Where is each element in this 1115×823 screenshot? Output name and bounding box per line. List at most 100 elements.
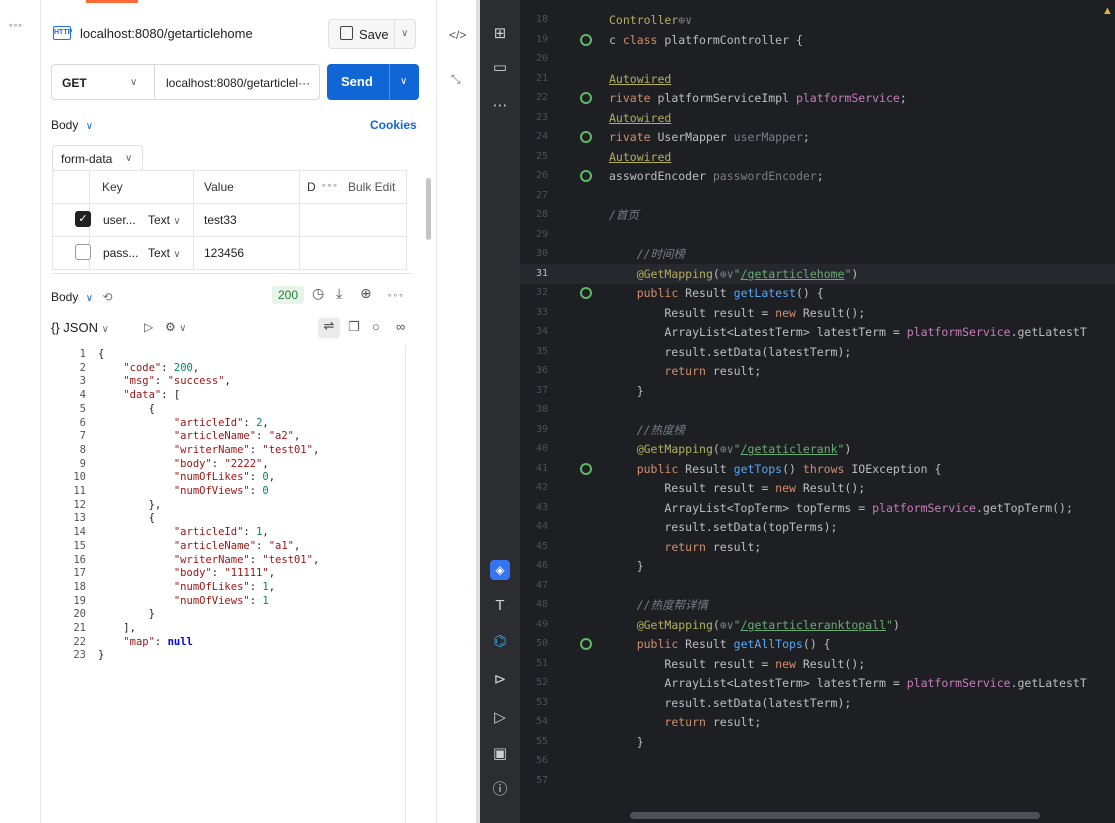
bean-gutter-icon[interactable] [580, 92, 592, 104]
key-header: Key [102, 180, 123, 194]
bean-gutter-icon[interactable] [580, 462, 592, 475]
ide-pane: ⊞ ▭ ⋯ ◈ T ⌬ ⊳ ▷ ▣ ⓘ 18 Controller⊕∨ 19 c cl… [480, 0, 1115, 823]
method-select[interactable]: GET [62, 76, 87, 90]
code-line: 24 rivate UserMapper userMapper; [536, 130, 810, 144]
json-line: 6 "articleId": 2, [79, 416, 269, 429]
code-line: 49 @GetMapping(⊕∨"/getarticleranktopall"… [536, 617, 900, 632]
cookies-link[interactable]: Cookies [370, 118, 417, 132]
search-icon[interactable]: ○ [372, 319, 380, 334]
body-mode-select[interactable]: form-data ∨ [52, 145, 143, 171]
status-badge[interactable]: 200 [272, 286, 305, 304]
bulk-edit-link[interactable]: Bulk Edit [348, 180, 395, 194]
bean-gutter-icon[interactable] [580, 170, 592, 182]
code-line: 43 ArrayList<TopTerm> topTerms = platfor… [536, 500, 1073, 515]
more-icon[interactable]: ∘∘∘ [387, 290, 404, 301]
chevron-down-icon[interactable]: ∨ [130, 77, 137, 88]
code-line: 21 Autowired [536, 71, 672, 86]
code-line: 34 ArrayList<LatestTerm> latestTerm = pl… [536, 325, 1087, 339]
response-body-tab[interactable]: Body ∨ ⟲ [51, 290, 112, 304]
json-line: 9 "body": "2222", [79, 457, 269, 470]
url-input[interactable]: localhost:8080/getarticlel··· [166, 76, 310, 90]
send-button[interactable]: Send ∨ [327, 64, 419, 100]
services-icon[interactable]: ⊳ [490, 670, 510, 690]
expand-icon[interactable]: ⤡ [451, 72, 461, 87]
row-type[interactable]: Text ∨ [148, 246, 181, 260]
json-line: 15 "articleName": "a1", [73, 539, 301, 552]
code-line: 37 } [536, 383, 644, 398]
code-line: 40 @GetMapping(⊕∨"/getaticlerank") [536, 442, 852, 456]
row-key[interactable]: pass... [103, 246, 138, 260]
code-icon[interactable]: </> [449, 28, 466, 42]
code-line: 54 return result; [536, 715, 762, 729]
value-header: Value [204, 180, 234, 194]
code-line: 33 Result result = new Result(); [536, 305, 866, 320]
code-line: 20 [536, 53, 549, 64]
code-line: 57 [536, 774, 549, 786]
download-icon[interactable]: ⤓ [336, 285, 342, 302]
more-icon[interactable]: ⋯ [490, 96, 510, 116]
body-tab[interactable]: Body ∨ [51, 118, 93, 132]
http-icon: HTTP [53, 26, 72, 40]
filter-icon[interactable]: ⚙ ∨ [165, 320, 186, 334]
code-line: 31 @GetMapping(⊕∨"/getarticlehome") [520, 263, 1115, 284]
link-icon[interactable]: ∞ [396, 319, 405, 334]
run-icon[interactable]: ▷ [490, 708, 510, 728]
json-line: 3 "msg": "success", [79, 375, 231, 388]
row-checkbox[interactable] [75, 244, 91, 260]
code-line: 42 Result result = new Result(); [536, 481, 866, 495]
globe-icon[interactable]: ⊕ [360, 285, 372, 302]
structure-icon[interactable]: ⊞ [490, 24, 510, 44]
code-line: 45 return result; [536, 539, 762, 554]
copy-icon[interactable]: ❐ [348, 319, 360, 335]
row-key[interactable]: user... [103, 213, 136, 227]
bean-gutter-icon[interactable] [580, 287, 592, 299]
code-line: 55 } [536, 734, 644, 749]
plugin-icon[interactable]: ◈ [490, 560, 510, 580]
row-type[interactable]: Text ∨ [148, 213, 181, 227]
json-line: 18 "numOfLikes": 1, [73, 580, 276, 593]
clock-icon[interactable]: ◷ [312, 285, 324, 302]
code-icon[interactable]: ⌬ [490, 632, 510, 652]
json-line: 20 } [73, 608, 155, 621]
text-icon[interactable]: T [490, 596, 510, 616]
terminal-icon[interactable]: ▣ [490, 744, 510, 764]
json-line: 12 }, [73, 498, 162, 511]
horizontal-scrollbar[interactable] [630, 812, 1040, 819]
bean-gutter-icon[interactable] [580, 638, 592, 650]
request-title[interactable]: localhost:8080/getarticlehome [80, 26, 253, 41]
format-select[interactable]: {} JSON ∨ [51, 320, 109, 335]
row-checkbox[interactable]: ✓ [75, 211, 91, 227]
more-icon[interactable]: ∘∘∘ [8, 20, 23, 31]
problems-icon[interactable]: ⓘ [490, 780, 510, 800]
visualize-icon[interactable]: ▷ [144, 320, 153, 334]
ide-toolbar: ⊞ ▭ ⋯ ◈ T ⌬ ⊳ ▷ ▣ ⓘ [480, 0, 520, 823]
chevron-down-icon[interactable]: ∨ [400, 76, 407, 87]
code-line: 50 public Result getAllTops() { [536, 637, 831, 651]
save-button[interactable]: Save ∨ [328, 19, 416, 49]
json-line: 16 "writerName": "test01", [73, 553, 320, 566]
json-line: 11 "numOfViews": 0 [73, 485, 269, 498]
row-value[interactable]: 123456 [204, 246, 244, 260]
json-line: 4 "data": [ [79, 389, 181, 402]
request-tab[interactable]: HTTP localhost:8080/getarticlehome Save … [43, 14, 421, 54]
active-tab-indicator [86, 0, 138, 3]
code-line: 53 result.setData(latestTerm); [536, 695, 852, 710]
wrap-icon[interactable]: ⇌ [318, 318, 340, 338]
scrollbar[interactable] [426, 178, 431, 240]
bean-gutter-icon[interactable] [580, 131, 592, 143]
response-json[interactable]: 1{2 "code": 200, 3 "msg": "success", 4 "da… [64, 348, 319, 663]
code-line: 18 Controller⊕∨ [536, 13, 693, 27]
json-line: 10 "numOfLikes": 0, [73, 471, 276, 484]
body-label: Body [51, 118, 79, 132]
warning-icon[interactable]: ▲ [1102, 5, 1113, 17]
save-label: Save [359, 27, 389, 42]
folder-icon[interactable]: ▭ [490, 58, 510, 78]
code-line: 52 ArrayList<LatestTerm> latestTerm = pl… [536, 676, 1087, 690]
response-label: Body [51, 290, 79, 304]
chevron-down-icon[interactable]: ∨ [401, 28, 408, 39]
more-icon[interactable]: ∘∘∘ [321, 180, 338, 191]
code-line: 19 c class platformController { [536, 32, 803, 47]
code-editor[interactable]: 18 Controller⊕∨ 19 c class platformControll… [520, 0, 1115, 823]
bean-gutter-icon[interactable] [580, 33, 592, 46]
row-value[interactable]: test33 [204, 213, 237, 227]
